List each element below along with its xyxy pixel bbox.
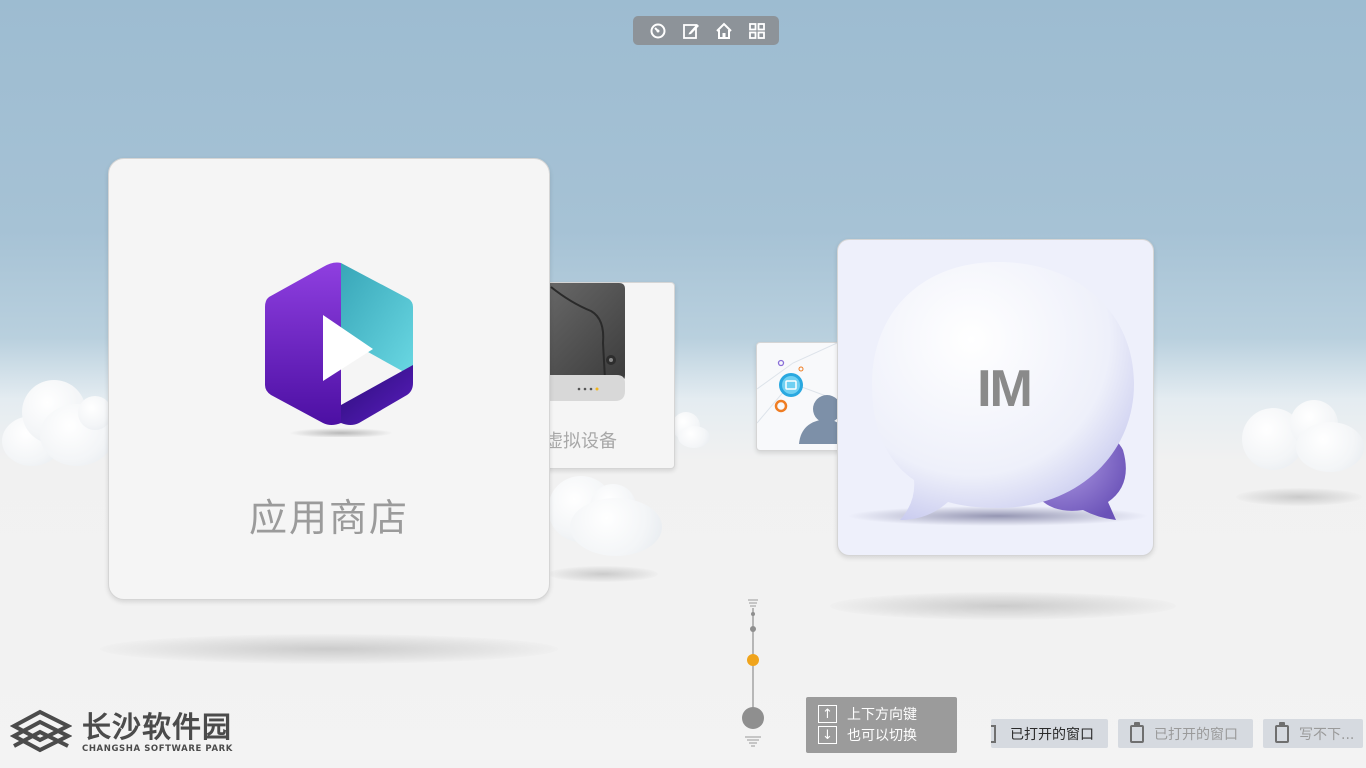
key-hint-line2: 也可以切换 — [847, 728, 917, 744]
app-store-card[interactable]: 应用商店 — [108, 158, 550, 600]
contacts-icon — [757, 343, 843, 444]
app-store-label: 应用商店 — [248, 496, 409, 540]
app-store-hexagon-icon — [265, 262, 413, 437]
dial-icon — [650, 23, 665, 38]
contacts-card[interactable] — [756, 342, 844, 451]
clipboard-icon — [1130, 721, 1144, 743]
taskbar-tab-label: 已打开的窗口 — [1010, 726, 1094, 743]
taskbar-tab[interactable]: 写不下... — [1263, 719, 1363, 748]
edit-button[interactable] — [680, 20, 702, 42]
card-shadow — [548, 566, 658, 582]
cloud-left — [0, 378, 120, 468]
cloud-center — [540, 470, 666, 560]
page-dot[interactable] — [751, 612, 755, 616]
key-hint-line1: 上下方向键 — [847, 707, 917, 723]
virtual-device-card[interactable]: 虚拟设备 — [530, 282, 675, 469]
dial-button[interactable] — [647, 20, 669, 42]
taskbar-tab-active[interactable]: 已打开的窗口 — [991, 719, 1108, 748]
chat-bubble-icon: IM — [848, 262, 1148, 526]
home-button[interactable] — [713, 20, 735, 42]
window-icon — [991, 724, 996, 743]
park-logo-mark-icon — [10, 709, 72, 753]
grid-button[interactable] — [746, 20, 768, 42]
park-name-en: CHANGSHA SOFTWARE PARK — [82, 744, 233, 754]
card-shadow — [830, 592, 1176, 620]
taskbar-tab[interactable]: 已打开的窗口 — [1118, 719, 1253, 748]
taskbar-tab-label: 已打开的窗口 — [1154, 726, 1238, 743]
page-dot[interactable] — [742, 707, 764, 729]
grid-icon — [748, 22, 765, 39]
page-dot-active[interactable] — [747, 654, 759, 666]
park-logo: 长沙软件园 CHANGSHA SOFTWARE PARK — [10, 708, 233, 758]
clipboard-icon — [1275, 721, 1289, 743]
page-dot[interactable] — [750, 626, 756, 632]
card-shadow — [1236, 488, 1362, 506]
arrow-down-key-icon: ↓ — [818, 726, 837, 744]
cloud-right — [1240, 400, 1366, 476]
taskbar-tab-label: 写不下... — [1299, 726, 1355, 743]
hard-drive-icon — [531, 283, 625, 401]
page-indicator — [730, 596, 776, 756]
scroll-down-icon[interactable] — [745, 736, 761, 747]
home-icon — [715, 22, 732, 39]
virtual-device-label: 虚拟设备 — [545, 431, 617, 452]
scroll-up-icon[interactable] — [748, 599, 758, 607]
im-card[interactable]: IM — [837, 239, 1154, 556]
top-toolbar — [633, 16, 779, 45]
park-name-cn: 长沙软件园 — [82, 710, 233, 744]
card-shadow — [100, 634, 558, 664]
arrow-up-key-icon: ↑ — [818, 705, 837, 723]
edit-icon — [682, 23, 699, 39]
key-hint: ↑ 上下方向键 ↓ 也可以切换 — [806, 697, 957, 753]
im-label: IM — [977, 360, 1031, 418]
